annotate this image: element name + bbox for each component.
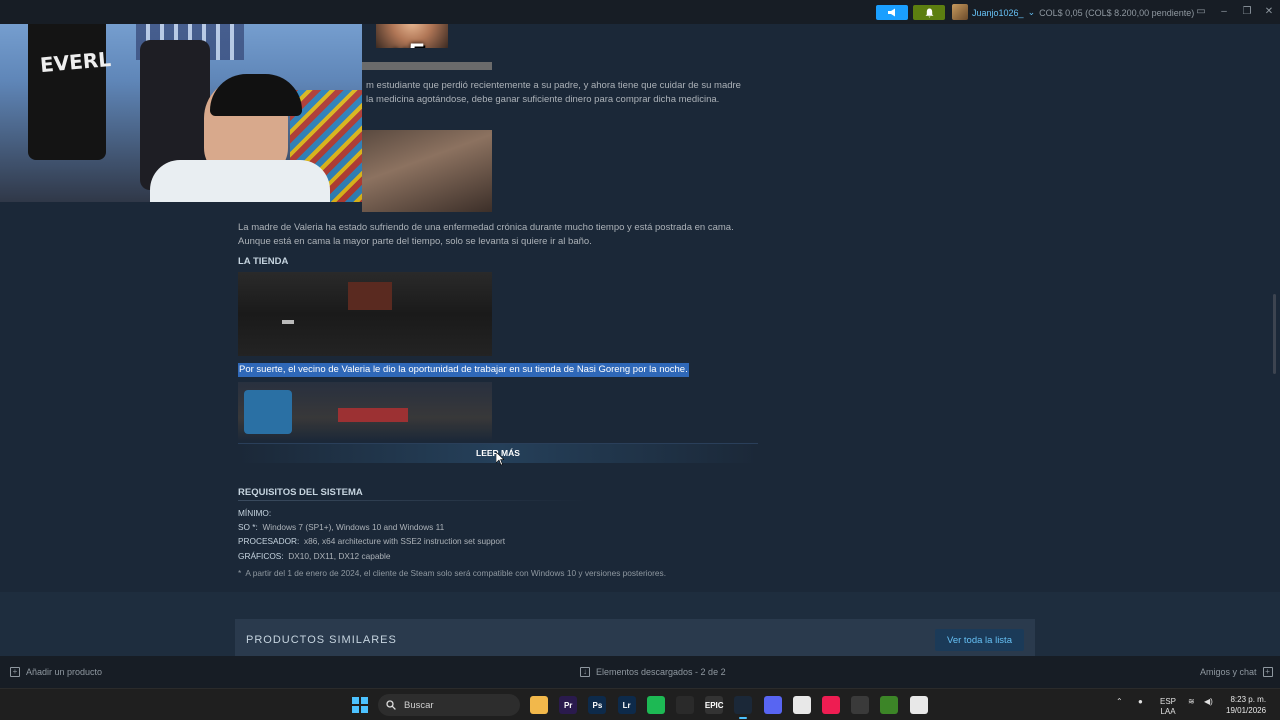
streamer-webcam-overlay: EVERL bbox=[0, 0, 362, 202]
taskbar-clock[interactable]: 8:23 p. m. 19/01/2026 bbox=[1226, 694, 1266, 716]
shop-bucket bbox=[244, 390, 292, 434]
similar-products-title: PRODUCTOS SIMILARES bbox=[246, 634, 397, 646]
shop-sign bbox=[348, 282, 392, 310]
steam-title-bar: Juanjo1026_ ⌄ COL$ 0,05 (COL$ 8.200,00 p… bbox=[0, 0, 1280, 24]
shop-lamp bbox=[282, 320, 294, 324]
req-footnote-text: A partir del 1 de enero de 2024, el clie… bbox=[245, 568, 666, 578]
steam-bottom-bar: + Añadir un producto ↓ Elementos descarg… bbox=[0, 656, 1280, 688]
steam-icon[interactable] bbox=[734, 696, 753, 719]
language-code: ESP bbox=[1160, 697, 1177, 706]
bedridden-mother-screenshot bbox=[362, 130, 492, 212]
shop-screenshot-2 bbox=[238, 382, 492, 442]
description-paragraph-2-line-2: Aunque está en cama la mayor parte del t… bbox=[238, 236, 592, 247]
announcements-button[interactable] bbox=[876, 5, 908, 20]
minecraft-icon[interactable] bbox=[880, 696, 899, 714]
page-scrollbar[interactable] bbox=[1273, 294, 1276, 374]
webcam-streamer-shirt bbox=[150, 160, 330, 202]
description-paragraph-1-line-1: m estudiante que perdió recientemente a … bbox=[366, 80, 741, 91]
photoshop-icon[interactable]: Ps bbox=[588, 696, 607, 714]
description-paragraph-1-line-2: la medicina agotándose, debe ganar sufic… bbox=[366, 94, 720, 105]
file-explorer-icon[interactable] bbox=[530, 696, 548, 714]
windows-start-icon[interactable] bbox=[352, 697, 368, 713]
system-requirements-title: REQUISITOS DEL SISTEMA bbox=[238, 487, 363, 498]
spotify-icon[interactable] bbox=[646, 696, 665, 714]
selected-shop-text[interactable]: Por suerte, el vecino de Valeria le dio … bbox=[238, 363, 689, 377]
show-hidden-icons-icon[interactable]: ⌃ bbox=[1116, 697, 1123, 706]
downloads-label: Elementos descargados - 2 de 2 bbox=[596, 667, 726, 677]
obs-icon[interactable] bbox=[851, 696, 870, 714]
tiktok-icon[interactable] bbox=[822, 696, 840, 714]
search-icon bbox=[386, 700, 396, 710]
windows-taskbar: Buscar Pr Ps Lr EPIC ⌃ ● ESP LAA ≋ ◀) 8:23 … bbox=[0, 688, 1280, 720]
downloads-button[interactable]: ↓ Elementos descargados - 2 de 2 bbox=[580, 667, 726, 677]
req-footnote: * A partir del 1 de enero de 2024, el cl… bbox=[238, 568, 666, 578]
req-gpu-value: DX10, DX11, DX12 capable bbox=[288, 551, 391, 561]
system-requirements-divider bbox=[238, 500, 588, 501]
chrome-2-icon[interactable] bbox=[909, 696, 928, 714]
chevron-down-icon: ⌄ bbox=[1027, 7, 1036, 17]
premiere-icon[interactable]: Pr bbox=[559, 696, 578, 714]
bell-icon bbox=[925, 8, 933, 18]
user-avatar[interactable] bbox=[952, 4, 968, 20]
maximize-icon[interactable]: ❐ bbox=[1240, 5, 1254, 19]
mouse-cursor-icon bbox=[496, 452, 504, 466]
shop-tray bbox=[338, 408, 408, 422]
req-gpu-row: GRÁFICOS: DX10, DX11, DX12 capable bbox=[238, 551, 391, 561]
volume-icon[interactable]: ◀) bbox=[1204, 697, 1213, 706]
epic-games-icon[interactable]: EPIC bbox=[705, 696, 724, 714]
req-os-value: Windows 7 (SP1+), Windows 10 and Windows… bbox=[262, 522, 445, 532]
webcam-punching-bag bbox=[28, 10, 106, 160]
clock-date: 19/01/2026 bbox=[1226, 706, 1267, 715]
language-indicator[interactable]: ESP LAA bbox=[1160, 697, 1176, 717]
notifications-button[interactable] bbox=[913, 5, 945, 20]
req-os-row: SO *: Windows 7 (SP1+), Windows 10 and W… bbox=[238, 522, 444, 532]
req-cpu-label: PROCESADOR: bbox=[238, 536, 300, 546]
wifi-icon[interactable]: ≋ bbox=[1188, 697, 1195, 706]
emote-multiplier-label: x5 bbox=[392, 38, 425, 48]
chat-icon: + bbox=[1262, 667, 1273, 677]
big-picture-icon[interactable]: ▭ bbox=[1194, 5, 1208, 19]
search-placeholder: Buscar bbox=[404, 699, 434, 711]
microphone-icon[interactable]: ● bbox=[1138, 697, 1143, 706]
add-product-label: Añadir un producto bbox=[26, 667, 103, 677]
plus-icon: + bbox=[10, 667, 20, 677]
chrome-icon[interactable] bbox=[792, 696, 811, 714]
app-bear-icon[interactable] bbox=[676, 696, 694, 714]
discord-icon[interactable] bbox=[763, 696, 782, 714]
minimize-icon[interactable]: – bbox=[1217, 5, 1231, 19]
friends-chat-button[interactable]: Amigos y chat + bbox=[1200, 667, 1273, 677]
req-cpu-value: x86, x64 architecture with SSE2 instruct… bbox=[303, 536, 506, 546]
keyboard-layout: LAA bbox=[1160, 707, 1176, 716]
megaphone-icon bbox=[888, 8, 895, 17]
download-icon: ↓ bbox=[580, 667, 590, 677]
shop-heading: LA TIENDA bbox=[238, 256, 289, 267]
see-all-button[interactable]: Ver toda la lista bbox=[935, 629, 1024, 651]
add-product-button[interactable]: + Añadir un producto bbox=[10, 667, 102, 677]
req-cpu-row: PROCESADOR: x86, x64 architecture with S… bbox=[238, 536, 505, 546]
req-minimum-label-text: MÍNIMO: bbox=[238, 508, 272, 518]
friends-chat-label: Amigos y chat bbox=[1200, 667, 1257, 677]
close-icon[interactable]: ✕ bbox=[1262, 5, 1276, 19]
wallet-balance: COL$ 0,05 (COL$ 8.200,00 pendiente) bbox=[1039, 7, 1195, 18]
description-paragraph-2-line-1: La madre de Valeria ha estado sufriendo … bbox=[238, 222, 734, 233]
account-menu[interactable]: Juanjo1026_ ⌄ COL$ 0,05 (COL$ 8.200,00 p… bbox=[972, 7, 1194, 18]
shop-screenshot-1 bbox=[238, 272, 492, 356]
taskbar-search[interactable]: Buscar bbox=[378, 694, 520, 716]
lightroom-icon[interactable]: Lr bbox=[617, 696, 636, 714]
clock-time: 8:23 p. m. bbox=[1230, 695, 1267, 704]
req-os-label: SO *: bbox=[238, 522, 258, 532]
req-footnote-mark: * bbox=[238, 568, 242, 578]
emote-image-strip bbox=[362, 62, 492, 70]
req-gpu-label: GRÁFICOS: bbox=[238, 551, 284, 561]
req-minimum-label: MÍNIMO: bbox=[238, 508, 271, 518]
webcam-streamer-cap bbox=[210, 74, 302, 116]
username[interactable]: Juanjo1026_ bbox=[972, 8, 1024, 18]
